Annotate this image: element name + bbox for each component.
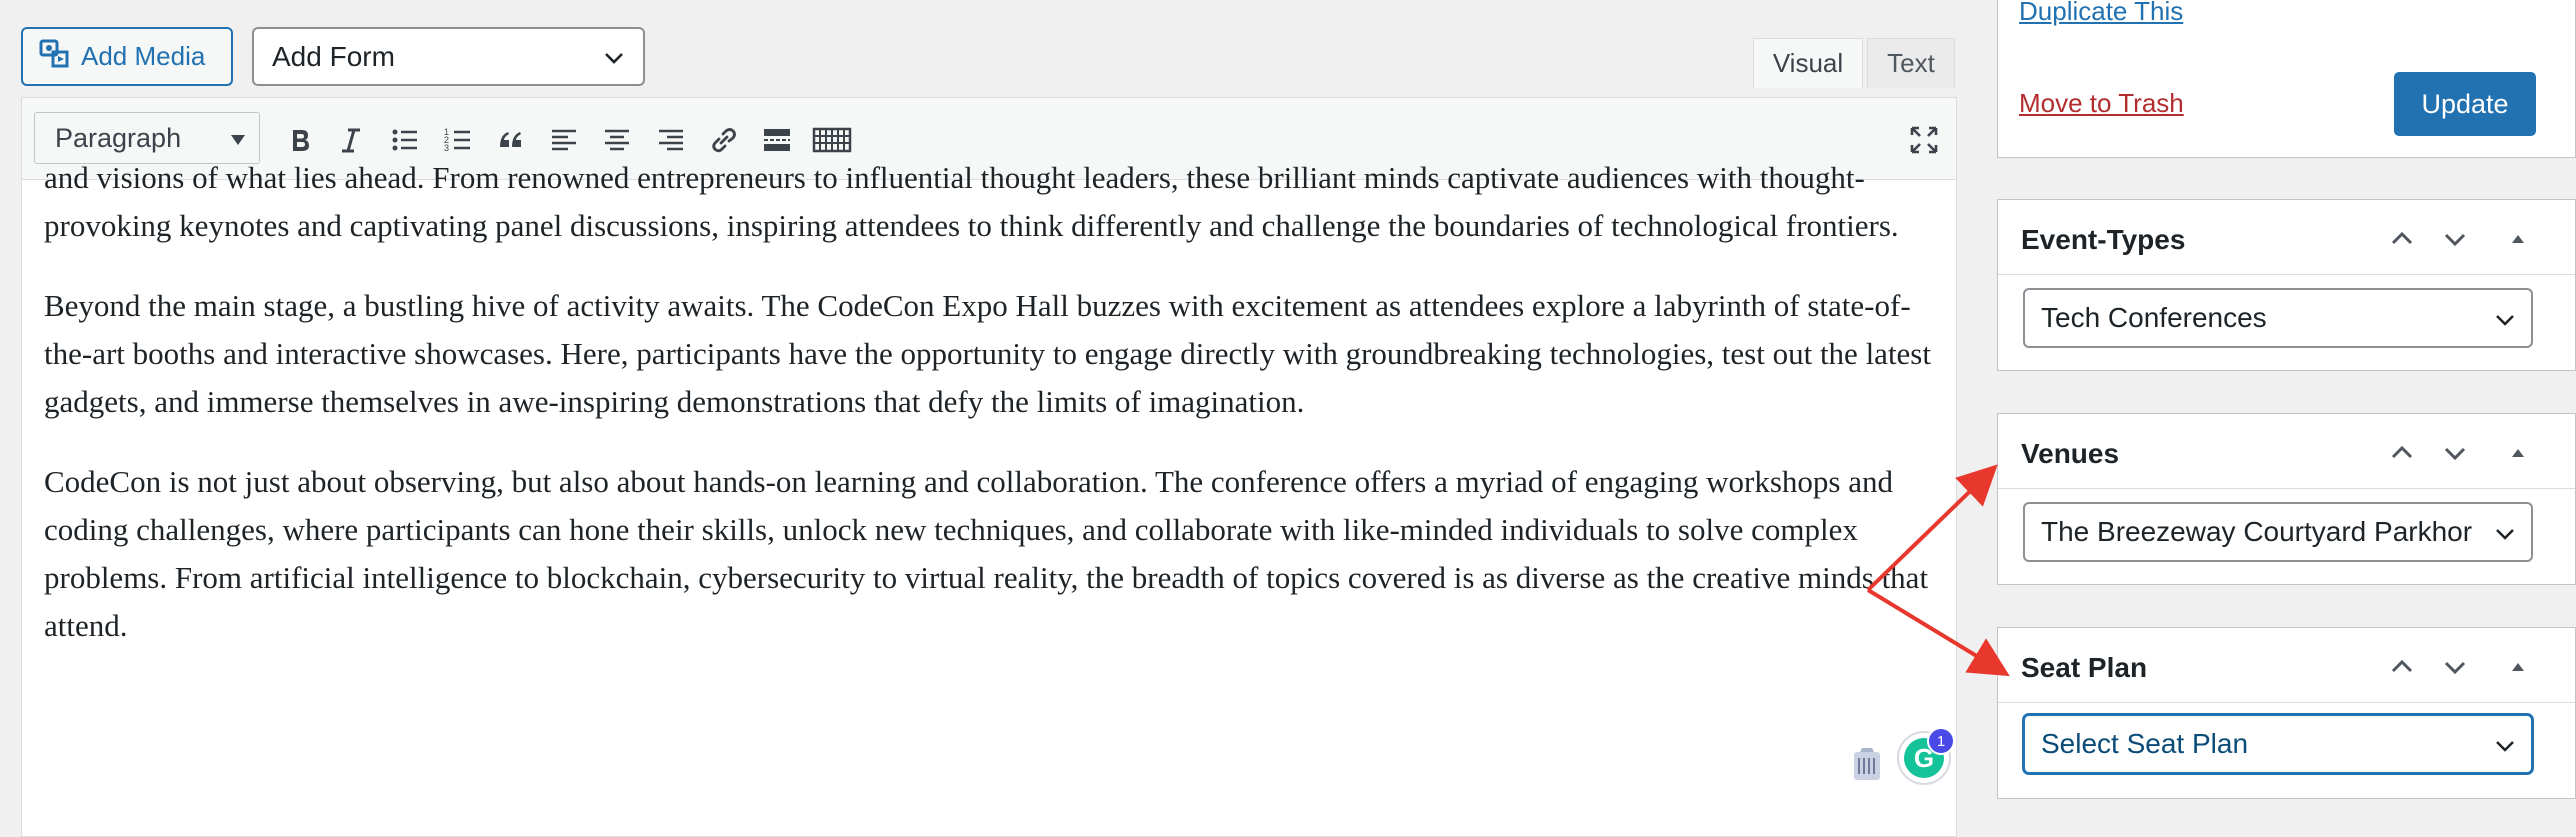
chevron-down-icon xyxy=(2493,307,2517,339)
add-media-icon xyxy=(39,38,69,75)
add-form-value: Add Form xyxy=(272,40,395,72)
tab-text[interactable]: Text xyxy=(1867,38,1955,88)
move-up-icon[interactable] xyxy=(2385,436,2419,470)
collapse-toggle-icon[interactable] xyxy=(2501,650,2535,684)
collapse-toggle-icon[interactable] xyxy=(2501,436,2535,470)
add-form-select[interactable]: Add Form xyxy=(252,27,645,86)
seat-plan-value: Select Seat Plan xyxy=(2041,728,2249,759)
add-media-button[interactable]: Add Media xyxy=(21,27,233,86)
seat-plan-panel: Seat Plan Select Seat Plan xyxy=(1997,627,2576,799)
duplicate-link[interactable]: Duplicate This xyxy=(2019,0,2183,27)
move-down-icon[interactable] xyxy=(2438,436,2472,470)
venue-select[interactable]: The Breezeway Courtyard Parkhor xyxy=(2023,502,2533,562)
chevron-down-icon xyxy=(2493,521,2517,553)
move-up-icon[interactable] xyxy=(2385,222,2419,256)
collapse-toggle-icon[interactable] xyxy=(2501,222,2535,256)
chevron-down-icon xyxy=(2493,733,2517,765)
publish-panel: Duplicate This Move to Trash Update xyxy=(1997,0,2576,158)
move-up-icon[interactable] xyxy=(2385,650,2419,684)
svg-text:3: 3 xyxy=(444,143,449,153)
dropdown-arrow-icon xyxy=(231,135,245,145)
venue-value: The Breezeway Courtyard Parkhor xyxy=(2041,516,2473,547)
move-down-icon[interactable] xyxy=(2438,650,2472,684)
move-down-icon[interactable] xyxy=(2438,222,2472,256)
classic-editor: Paragraph 123 and visions of what lies a… xyxy=(21,97,1957,837)
event-type-select[interactable]: Tech Conferences xyxy=(2023,288,2533,348)
content-paragraph: CodeCon is not just about observing, but… xyxy=(44,464,1929,643)
panel-divider xyxy=(1998,488,2575,489)
venues-panel: Venues The Breezeway Courtyard Parkhor xyxy=(1997,413,2576,585)
content-paragraph: Beyond the main stage, a bustling hive o… xyxy=(44,288,1931,419)
add-media-label: Add Media xyxy=(81,41,206,71)
editor-content[interactable]: and visions of what lies ahead. From ren… xyxy=(44,160,1944,682)
content-paragraph: and visions of what lies ahead. From ren… xyxy=(44,160,1899,243)
panel-divider xyxy=(1998,702,2575,703)
grammarly-badge: 1 xyxy=(1927,727,1955,755)
move-to-trash-link[interactable]: Move to Trash xyxy=(2019,88,2184,119)
chevron-down-icon xyxy=(601,45,627,78)
grammarly-button[interactable]: G 1 xyxy=(1897,727,1955,785)
seat-plan-select[interactable]: Select Seat Plan xyxy=(2023,714,2533,774)
panel-divider xyxy=(1998,274,2575,275)
event-type-value: Tech Conferences xyxy=(2041,302,2267,333)
update-button[interactable]: Update xyxy=(2394,72,2536,136)
lastpass-icon[interactable] xyxy=(1850,746,1884,787)
format-select-value: Paragraph xyxy=(55,122,182,153)
panel-title: Seat Plan xyxy=(2021,652,2148,683)
event-types-panel: Event-Types Tech Conferences xyxy=(1997,199,2576,371)
panel-title: Venues xyxy=(2021,438,2120,469)
panel-title: Event-Types xyxy=(2021,224,2186,255)
tab-visual[interactable]: Visual xyxy=(1753,38,1863,88)
